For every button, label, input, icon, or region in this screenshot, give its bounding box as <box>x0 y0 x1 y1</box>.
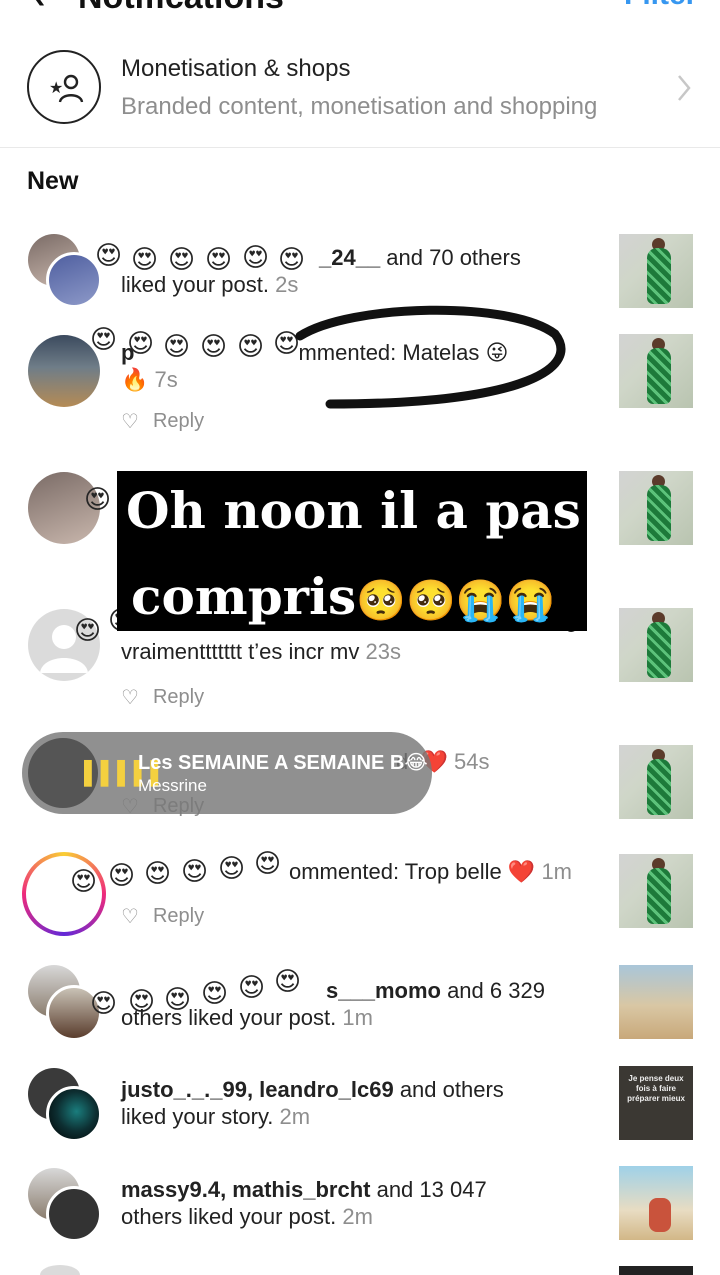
post-thumbnail[interactable] <box>619 854 693 928</box>
monetisation-row[interactable]: ★ Monetisation & shops Branded content, … <box>0 44 720 148</box>
chevron-right-icon <box>678 75 691 101</box>
post-thumbnail[interactable] <box>619 234 693 308</box>
heart-eyes-sticker: 😍 <box>274 966 302 996</box>
heart-eyes-sticker: 😍 <box>242 242 270 272</box>
heart-eyes-sticker: 😍 <box>74 615 102 645</box>
drawn-circle-scribble <box>295 305 566 409</box>
heart-eyes-sticker: 😍 <box>205 244 233 274</box>
heart-eyes-sticker: 😍 <box>181 856 209 886</box>
heart-eyes-sticker: 😍 <box>128 986 156 1016</box>
heart-outline-icon[interactable]: ♡ <box>121 409 139 434</box>
heart-eyes-sticker: 😍 <box>95 240 123 270</box>
svg-text:★: ★ <box>49 78 63 97</box>
heart-eyes-sticker: 😍 <box>218 853 246 883</box>
heart-eyes-sticker: 😍 <box>131 244 159 274</box>
top-bar: ‹ Notifications Filter <box>0 0 720 17</box>
post-thumbnail[interactable] <box>619 1166 693 1240</box>
avatar[interactable] <box>40 1265 80 1275</box>
monetisation-title: Monetisation & shops <box>121 55 351 82</box>
person-star-icon: ★ <box>27 50 101 124</box>
avatar[interactable] <box>46 252 102 308</box>
heart-eyes-sticker: 😍 <box>201 978 229 1008</box>
reply-button[interactable]: ♡Reply <box>121 904 204 929</box>
post-thumbnail[interactable] <box>619 608 693 682</box>
monetisation-subtitle: Branded content, monetisation and shoppi… <box>121 93 598 120</box>
reply-button[interactable]: ♡Reply <box>121 685 204 710</box>
heart-eyes-sticker: 😍 <box>254 848 282 878</box>
notification-item[interactable]: justo_._._99, leandro_lc69 and others li… <box>0 1066 720 1146</box>
heart-outline-icon[interactable]: ♡ <box>121 685 139 710</box>
heart-eyes-sticker: 😍 <box>164 984 192 1014</box>
heart-eyes-sticker: 😍 <box>90 324 118 354</box>
heart-eyes-sticker: 😍 <box>168 244 196 274</box>
notification-item[interactable]: massy9.4, mathis_brcht and 13 047 others… <box>0 1166 720 1246</box>
music-sticker[interactable]: ▌▌▌▌▌ Les SEMAINE A SEMAINE B😂 Messrine <box>22 732 432 814</box>
notification-text: massy9.4, mathis_brcht and 13 047 others… <box>121 1177 487 1229</box>
back-icon[interactable]: ‹ <box>34 0 45 17</box>
notification-text: justo_._._99, leandro_lc69 and others li… <box>121 1077 504 1129</box>
music-artist: Messrine <box>138 776 207 795</box>
heart-outline-icon[interactable]: ♡ <box>121 904 139 929</box>
avatar[interactable] <box>46 1186 102 1242</box>
video-caption-line2: compris🥺🥺😭😭 <box>117 561 587 631</box>
page-title: Notifications <box>78 0 284 17</box>
heart-eyes-sticker: 😍 <box>127 328 155 358</box>
story-thumbnail[interactable]: Je pense deux fois à faire préparer mieu… <box>619 1066 693 1140</box>
heart-eyes-sticker: 😍 <box>144 858 172 888</box>
heart-eyes-sticker: 😍 <box>163 331 191 361</box>
post-thumbnail[interactable] <box>619 745 693 819</box>
heart-eyes-sticker: 😍 <box>278 244 306 274</box>
heart-eyes-sticker: 😍 <box>237 331 265 361</box>
heart-eyes-sticker: 😍 <box>84 484 112 514</box>
heart-eyes-sticker: 😍 <box>200 331 228 361</box>
post-thumbnail[interactable] <box>619 471 693 545</box>
avatar[interactable] <box>46 1086 102 1142</box>
section-new-heading: New <box>27 167 79 195</box>
heart-eyes-sticker: 😍 <box>70 866 98 896</box>
filter-button[interactable]: Filter <box>624 0 697 12</box>
post-thumbnail[interactable] <box>619 1266 693 1275</box>
post-thumbnail[interactable] <box>619 965 693 1039</box>
reply-button[interactable]: ♡Reply <box>121 409 204 434</box>
post-thumbnail[interactable] <box>619 334 693 408</box>
heart-eyes-sticker: 😍 <box>90 988 118 1018</box>
heart-eyes-sticker: 😍 <box>108 860 136 890</box>
heart-eyes-sticker: 😍 <box>238 972 266 1002</box>
video-caption-line1: Oh noon il a pas <box>117 471 587 561</box>
music-title: Les SEMAINE A SEMAINE B😂 <box>138 752 428 774</box>
